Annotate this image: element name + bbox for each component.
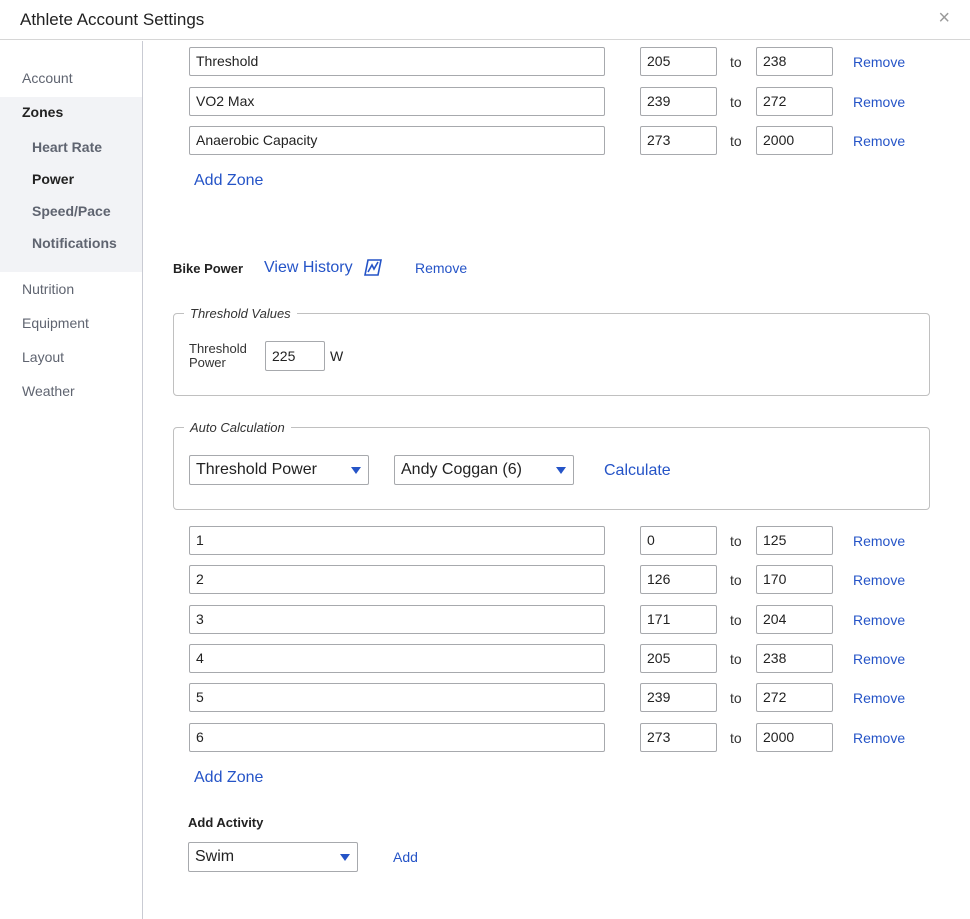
- zone-from-input[interactable]: 205: [640, 47, 717, 76]
- zone-from-input[interactable]: 273: [640, 126, 717, 155]
- zone-name-input[interactable]: Anaerobic Capacity: [189, 126, 605, 155]
- remove-zone-link[interactable]: Remove: [853, 572, 905, 588]
- close-icon[interactable]: ×: [938, 8, 950, 28]
- sidebar-item-account[interactable]: Account: [22, 70, 73, 86]
- sidebar-item-notifications[interactable]: Notifications: [32, 235, 117, 251]
- to-label: to: [730, 690, 742, 706]
- to-label: to: [730, 572, 742, 588]
- zone-from-input[interactable]: 205: [640, 644, 717, 673]
- remove-zone-link[interactable]: Remove: [853, 690, 905, 706]
- calculate-link[interactable]: Calculate: [604, 462, 671, 480]
- sidebar-item-zones[interactable]: Zones: [22, 104, 63, 120]
- auto-calculation-legend: Auto Calculation: [190, 420, 285, 435]
- sidebar-item-equipment[interactable]: Equipment: [22, 315, 89, 331]
- remove-zone-link[interactable]: Remove: [853, 54, 905, 70]
- zone-from-input[interactable]: 126: [640, 565, 717, 594]
- add-activity-label: Add Activity: [188, 815, 264, 830]
- to-label: to: [730, 54, 742, 70]
- zone-name-input[interactable]: 3: [189, 605, 605, 634]
- threshold-values-legend: Threshold Values: [190, 306, 291, 321]
- sidebar-item-nutrition[interactable]: Nutrition: [22, 281, 74, 297]
- threshold-power-unit: W: [330, 348, 344, 364]
- activity-type-select[interactable]: Swim: [188, 842, 358, 872]
- calculation-model-value: Andy Coggan (6): [401, 461, 522, 478]
- threshold-power-label-line1: Threshold: [189, 341, 247, 356]
- sidebar-item-heart-rate[interactable]: Heart Rate: [32, 139, 102, 155]
- zone-to-input[interactable]: 170: [756, 565, 833, 594]
- zone-name-input[interactable]: 4: [189, 644, 605, 673]
- remove-zone-link[interactable]: Remove: [853, 133, 905, 149]
- to-label: to: [730, 94, 742, 110]
- remove-zone-link[interactable]: Remove: [853, 94, 905, 110]
- remove-bike-power-link[interactable]: Remove: [415, 260, 467, 276]
- to-label: to: [730, 651, 742, 667]
- zone-from-input[interactable]: 0: [640, 526, 717, 555]
- zone-to-input[interactable]: 2000: [756, 723, 833, 752]
- remove-zone-link[interactable]: Remove: [853, 651, 905, 667]
- zone-to-input[interactable]: 238: [756, 644, 833, 673]
- sidebar-item-power[interactable]: Power: [32, 171, 74, 187]
- zone-to-input[interactable]: 2000: [756, 126, 833, 155]
- dialog-header: Athlete Account Settings ×: [0, 0, 970, 40]
- zone-from-input[interactable]: 239: [640, 87, 717, 116]
- zone-name-input[interactable]: VO2 Max: [189, 87, 605, 116]
- add-activity-link[interactable]: Add: [393, 849, 418, 865]
- to-label: to: [730, 133, 742, 149]
- zone-from-input[interactable]: 273: [640, 723, 717, 752]
- zone-to-input[interactable]: 272: [756, 683, 833, 712]
- threshold-power-label: Threshold Power: [189, 342, 247, 370]
- sidebar: Account Zones Heart Rate Power Speed/Pac…: [0, 41, 143, 919]
- zone-to-input[interactable]: 204: [756, 605, 833, 634]
- zone-to-input[interactable]: 125: [756, 526, 833, 555]
- remove-zone-link[interactable]: Remove: [853, 612, 905, 628]
- chevron-down-icon: [340, 854, 350, 861]
- activity-type-value: Swim: [195, 848, 235, 865]
- add-zone-link[interactable]: Add Zone: [194, 769, 263, 787]
- dialog-title: Athlete Account Settings: [20, 10, 205, 29]
- zone-name-input[interactable]: 6: [189, 723, 605, 752]
- history-chart-icon[interactable]: [364, 259, 382, 276]
- remove-zone-link[interactable]: Remove: [853, 533, 905, 549]
- sidebar-item-weather[interactable]: Weather: [22, 383, 75, 399]
- zone-from-input[interactable]: 171: [640, 605, 717, 634]
- to-label: to: [730, 612, 742, 628]
- zone-name-input[interactable]: 1: [189, 526, 605, 555]
- calculation-model-select[interactable]: Andy Coggan (6): [394, 455, 574, 485]
- sidebar-item-layout[interactable]: Layout: [22, 349, 64, 365]
- zone-from-input[interactable]: 239: [640, 683, 717, 712]
- zone-name-input[interactable]: 2: [189, 565, 605, 594]
- calculation-method-select[interactable]: Threshold Power: [189, 455, 369, 485]
- sidebar-item-speed-pace[interactable]: Speed/Pace: [32, 203, 111, 219]
- zone-to-input[interactable]: 238: [756, 47, 833, 76]
- to-label: to: [730, 533, 742, 549]
- zone-to-input[interactable]: 272: [756, 87, 833, 116]
- zone-name-input[interactable]: Threshold: [189, 47, 605, 76]
- add-zone-link[interactable]: Add Zone: [194, 172, 263, 190]
- view-history-link[interactable]: View History: [264, 259, 353, 277]
- threshold-power-label-line2: Power: [189, 355, 226, 370]
- remove-zone-link[interactable]: Remove: [853, 730, 905, 746]
- zone-name-input[interactable]: 5: [189, 683, 605, 712]
- threshold-power-input[interactable]: 225: [265, 341, 325, 371]
- to-label: to: [730, 730, 742, 746]
- chevron-down-icon: [351, 467, 361, 474]
- bike-power-label: Bike Power: [173, 261, 244, 276]
- calculation-method-value: Threshold Power: [196, 461, 317, 478]
- chevron-down-icon: [556, 467, 566, 474]
